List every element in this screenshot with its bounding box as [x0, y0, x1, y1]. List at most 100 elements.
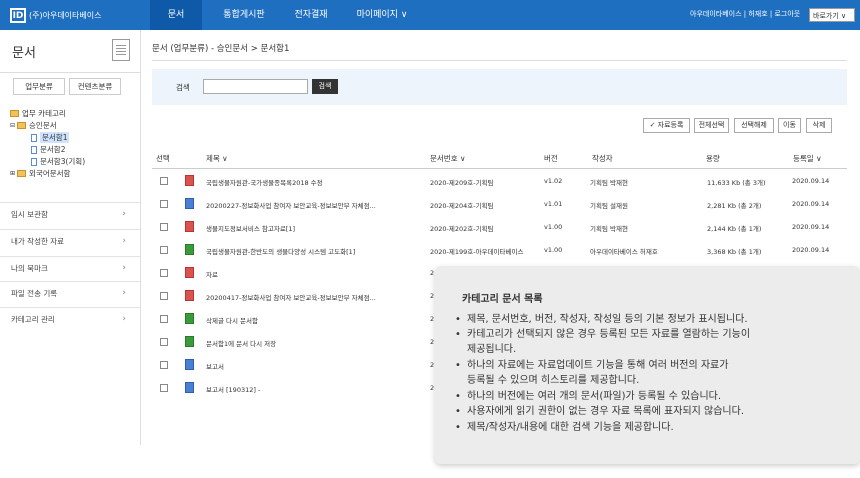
file-xls-icon — [185, 336, 194, 347]
file-pdf-icon — [185, 175, 194, 186]
cell-docno: 2 — [430, 361, 435, 369]
info-callout: 카테고리 문서 목록 • 제목, 문서번호, 버전, 작성자, 작성일 등의 기본… — [435, 266, 860, 464]
document-icon — [31, 145, 37, 154]
cell-author: 아우데이타베이스 허재호 — [590, 248, 658, 256]
cell-version: v1.00 — [544, 223, 563, 231]
row-checkbox[interactable] — [160, 177, 168, 185]
breadcrumb: 문서 (업무분류) - 승인문서 > 문서함1 — [152, 44, 290, 54]
cell-date: 2020.09.14 — [792, 200, 830, 208]
chevron-right-icon: › — [122, 236, 126, 246]
file-doc-icon — [185, 382, 194, 393]
table-row[interactable]: 생물지도정보서비스 참고자료[1] 2020-제202호-기획팀 v1.00 기획팀 … — [152, 216, 847, 239]
callout-title: 카테고리 문서 목록 — [462, 294, 543, 305]
nav-approval[interactable]: 전자결재 — [282, 0, 340, 30]
cell-title[interactable]: 보고서 [190312] - — [206, 384, 260, 394]
sidebar-title: 문서 — [12, 46, 36, 61]
header-title[interactable]: 제목 ∨ — [206, 153, 228, 164]
search-label: 검색 — [176, 83, 190, 92]
chevron-right-icon: › — [122, 288, 126, 298]
header-version: 버전 — [544, 154, 558, 163]
row-checkbox[interactable] — [160, 200, 168, 208]
move-button[interactable]: 이동 — [778, 118, 801, 133]
table-row[interactable]: 국립생물자원관-국가생물종목록2018 수정 2020-제209호-기획팀 v1.0… — [152, 170, 847, 193]
cell-version: v1.01 — [544, 200, 563, 208]
row-checkbox[interactable] — [160, 384, 168, 392]
cell-size: 11,633 Kb (총 3개) — [707, 179, 766, 187]
nav-mypage[interactable]: 마이페이지 ∨ — [348, 0, 416, 30]
row-checkbox[interactable] — [160, 269, 168, 277]
sidebar: 문서 업무분류 컨텐츠분류 업무 카테고리 ⊟ 승인문서 문서함1 문서함2 문… — [0, 30, 141, 445]
cell-title[interactable]: 자료 — [206, 269, 218, 279]
tree-item-docbox2[interactable]: 문서함2 — [31, 144, 65, 155]
header-date[interactable]: 등록일 ∨ — [793, 153, 822, 164]
cell-docno: 2 — [430, 384, 435, 392]
cell-version: v1.00 — [544, 246, 563, 254]
document-icon — [112, 39, 130, 61]
tab-content-category[interactable]: 컨텐츠분류 — [69, 78, 121, 95]
cell-title[interactable]: 삭제글 다시 문서함 — [206, 315, 258, 325]
user-info[interactable]: 아우데이타베이스 | 허재호 | 로그아웃 — [690, 9, 800, 19]
cell-title[interactable]: 20200417-정보화사업 참여자 보안교육-정보보안부 자체점... — [206, 292, 376, 302]
search-input[interactable] — [203, 79, 308, 94]
row-checkbox[interactable] — [160, 246, 168, 254]
select-all-button[interactable]: 전체선택 — [694, 118, 729, 133]
logo-mark: ID — [10, 8, 26, 23]
cell-size: 2,144 Kb (총 1개) — [707, 225, 762, 233]
menu-temp-storage[interactable]: 임시 보관함 › — [0, 202, 140, 225]
header-select: 선택 — [156, 154, 170, 163]
deselect-button[interactable]: 선택해제 — [734, 118, 774, 133]
search-button[interactable]: 검색 — [312, 79, 338, 94]
quick-link-select[interactable]: 바로가기 ∨ — [809, 8, 855, 22]
header-docno[interactable]: 문서번호 ∨ — [430, 153, 465, 164]
folder-icon — [17, 122, 27, 129]
file-xls-icon — [185, 313, 194, 324]
chevron-right-icon: › — [122, 263, 126, 273]
cell-author: 기획팀 박재현 — [590, 179, 628, 187]
cell-docno: 2020-제204호-기획팀 — [430, 202, 494, 210]
cell-title[interactable]: 20200227-정보화사업 참여자 보안교육-정보보안부 자체점... — [206, 200, 376, 210]
file-doc-icon — [185, 359, 194, 370]
file-doc-icon — [185, 198, 194, 209]
folder-icon — [17, 170, 27, 177]
table-row[interactable]: 국립생물자원관-한반도의 생물다양성 시스템 고도화[1] 2020-제199호-… — [152, 239, 847, 262]
row-checkbox[interactable] — [160, 361, 168, 369]
cell-title[interactable]: 국립생물자원관-국가생물종목록2018 수정 — [206, 177, 323, 187]
menu-file-transfer[interactable]: 파일 전송 기록 › — [0, 281, 140, 304]
cell-author: 기획팀 박재현 — [590, 225, 628, 233]
row-checkbox[interactable] — [160, 315, 168, 323]
table-row[interactable]: 20200227-정보화사업 참여자 보안교육-정보보안부 자체점... 2020… — [152, 193, 847, 216]
file-xls-icon — [185, 244, 194, 255]
row-checkbox[interactable] — [160, 223, 168, 231]
divider — [152, 168, 847, 169]
cell-title[interactable]: 문서함1에 문서 다시 저장 — [206, 338, 276, 348]
tree-item-business[interactable]: 업무 카테고리 — [10, 108, 66, 119]
cell-docno: 2 — [430, 315, 435, 323]
menu-bookmarks[interactable]: 나의 북마크 › — [0, 256, 140, 279]
menu-category-manage[interactable]: 카테고리 관리 › — [0, 307, 140, 330]
tree-item-approved[interactable]: ⊟ 승인문서 — [10, 120, 57, 131]
row-checkbox[interactable] — [160, 338, 168, 346]
nav-board[interactable]: 통합게시판 — [212, 0, 276, 30]
cell-docno: 2 — [430, 338, 435, 346]
delete-button[interactable]: 삭제 — [806, 118, 832, 133]
tab-business-category[interactable]: 업무분류 — [13, 78, 65, 95]
top-navigation-bar: ID (주)아우데이타베이스 문서 통합게시판 전자결재 마이페이지 ∨ 아우데… — [0, 0, 860, 30]
cell-title[interactable]: 생물지도정보서비스 참고자료[1] — [206, 223, 295, 233]
tree-item-docbox1[interactable]: 문서함1 — [31, 132, 70, 143]
nav-documents[interactable]: 문서 — [150, 0, 202, 30]
register-button[interactable]: ✓ 자료등록 — [643, 118, 690, 133]
menu-my-documents[interactable]: 내가 작성한 자료 › — [0, 229, 140, 252]
cell-docno: 2020-제209호-기획팀 — [430, 179, 494, 187]
cell-title[interactable]: 국립생물자원관-한반도의 생물다양성 시스템 고도화[1] — [206, 246, 355, 256]
row-checkbox[interactable] — [160, 292, 168, 300]
divider — [0, 72, 141, 73]
file-pdf-icon — [185, 290, 194, 301]
cell-size: 2,281 Kb (총 2개) — [707, 202, 762, 210]
tree-item-foreign[interactable]: ⊞ 외국어문서함 — [10, 168, 70, 179]
document-icon — [31, 133, 37, 142]
cell-title[interactable]: 보고서 — [206, 361, 224, 371]
file-pdf-icon — [185, 221, 194, 232]
tree-item-docbox3[interactable]: 문서함3(기획) — [31, 156, 85, 167]
cell-docno: 2020-제199호-아우데이타베이스 — [430, 248, 524, 256]
logo[interactable]: ID (주)아우데이타베이스 — [10, 8, 101, 23]
